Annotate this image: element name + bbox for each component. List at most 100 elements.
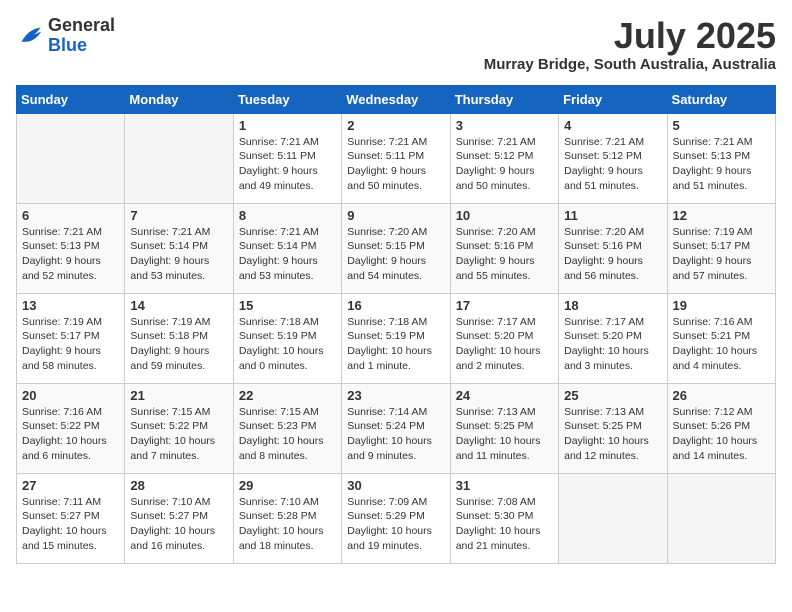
- day-number: 20: [22, 388, 119, 403]
- calendar-cell: 31Sunrise: 7:08 AMSunset: 5:30 PMDayligh…: [450, 473, 558, 563]
- calendar-cell: 1 Sunrise: 7:21 AMSunset: 5:11 PMDaylight…: [233, 113, 341, 203]
- day-number: 7: [130, 208, 227, 223]
- day-number: 13: [22, 298, 119, 313]
- day-info: Sunrise: 7:13 AMSunset: 5:25 PMDaylight:…: [564, 405, 661, 464]
- calendar-table: SundayMondayTuesdayWednesdayThursdayFrid…: [16, 85, 776, 564]
- day-info: Sunrise: 7:15 AMSunset: 5:22 PMDaylight:…: [130, 405, 227, 464]
- day-info: Sunrise: 7:08 AMSunset: 5:30 PMDaylight:…: [456, 495, 553, 554]
- calendar-cell: 4Sunrise: 7:21 AMSunset: 5:12 PMDaylight…: [559, 113, 667, 203]
- calendar-cell: 25Sunrise: 7:13 AMSunset: 5:25 PMDayligh…: [559, 383, 667, 473]
- day-info: Sunrise: 7:15 AMSunset: 5:23 PMDaylight:…: [239, 405, 336, 464]
- day-number: 29: [239, 478, 336, 493]
- calendar-cell: 9 Sunrise: 7:20 AMSunset: 5:15 PMDaylight…: [342, 203, 450, 293]
- day-number: 17: [456, 298, 553, 313]
- day-info: Sunrise: 7:21 AMSunset: 5:12 PMDaylight:…: [564, 135, 661, 194]
- weekday-header-thursday: Thursday: [450, 85, 558, 113]
- calendar-cell: 6 Sunrise: 7:21 AMSunset: 5:13 PMDaylight…: [17, 203, 125, 293]
- calendar-cell: 22 Sunrise: 7:15 AMSunset: 5:23 PMDayligh…: [233, 383, 341, 473]
- day-info: Sunrise: 7:18 AMSunset: 5:19 PMDaylight:…: [347, 315, 444, 374]
- day-info: Sunrise: 7:19 AMSunset: 5:18 PMDaylight:…: [130, 315, 227, 374]
- logo-icon: [16, 22, 44, 50]
- calendar-cell: 19Sunrise: 7:16 AMSunset: 5:21 PMDayligh…: [667, 293, 775, 383]
- week-row-1: 1 Sunrise: 7:21 AMSunset: 5:11 PMDaylight…: [17, 113, 776, 203]
- calendar-cell: 28 Sunrise: 7:10 AMSunset: 5:27 PMDayligh…: [125, 473, 233, 563]
- weekday-header-friday: Friday: [559, 85, 667, 113]
- calendar-cell: 24 Sunrise: 7:13 AMSunset: 5:25 PMDayligh…: [450, 383, 558, 473]
- day-number: 18: [564, 298, 661, 313]
- day-number: 23: [347, 388, 444, 403]
- calendar-cell: 12Sunrise: 7:19 AMSunset: 5:17 PMDayligh…: [667, 203, 775, 293]
- day-info: Sunrise: 7:21 AMSunset: 5:11 PMDaylight:…: [239, 135, 336, 194]
- day-info: Sunrise: 7:21 AMSunset: 5:13 PMDaylight:…: [673, 135, 770, 194]
- day-info: Sunrise: 7:17 AMSunset: 5:20 PMDaylight:…: [456, 315, 553, 374]
- day-number: 14: [130, 298, 227, 313]
- day-info: Sunrise: 7:21 AMSunset: 5:11 PMDaylight:…: [347, 135, 444, 194]
- day-number: 16: [347, 298, 444, 313]
- title-block: July 2025 Murray Bridge, South Australia…: [484, 16, 776, 73]
- day-number: 15: [239, 298, 336, 313]
- day-number: 11: [564, 208, 661, 223]
- day-info: Sunrise: 7:11 AMSunset: 5:27 PMDaylight:…: [22, 495, 119, 554]
- calendar-cell: 10 Sunrise: 7:20 AMSunset: 5:16 PMDayligh…: [450, 203, 558, 293]
- calendar-cell: 15Sunrise: 7:18 AMSunset: 5:19 PMDayligh…: [233, 293, 341, 383]
- weekday-header-wednesday: Wednesday: [342, 85, 450, 113]
- calendar-cell: 26 Sunrise: 7:12 AMSunset: 5:26 PMDayligh…: [667, 383, 775, 473]
- day-number: 26: [673, 388, 770, 403]
- logo-text: General Blue: [48, 16, 115, 56]
- calendar-cell: 14 Sunrise: 7:19 AMSunset: 5:18 PMDayligh…: [125, 293, 233, 383]
- weekday-header-row: SundayMondayTuesdayWednesdayThursdayFrid…: [17, 85, 776, 113]
- calendar-cell: 29 Sunrise: 7:10 AMSunset: 5:28 PMDayligh…: [233, 473, 341, 563]
- day-info: Sunrise: 7:13 AMSunset: 5:25 PMDaylight:…: [456, 405, 553, 464]
- day-info: Sunrise: 7:12 AMSunset: 5:26 PMDaylight:…: [673, 405, 770, 464]
- calendar-cell: [17, 113, 125, 203]
- calendar-cell: 23 Sunrise: 7:14 AMSunset: 5:24 PMDayligh…: [342, 383, 450, 473]
- location-subtitle: Murray Bridge, South Australia, Australi…: [484, 56, 776, 73]
- day-number: 1: [239, 118, 336, 133]
- calendar-cell: 16 Sunrise: 7:18 AMSunset: 5:19 PMDayligh…: [342, 293, 450, 383]
- day-info: Sunrise: 7:21 AMSunset: 5:12 PMDaylight:…: [456, 135, 553, 194]
- weekday-header-tuesday: Tuesday: [233, 85, 341, 113]
- day-info: Sunrise: 7:19 AMSunset: 5:17 PMDaylight:…: [673, 225, 770, 284]
- day-number: 27: [22, 478, 119, 493]
- page-header: General Blue July 2025 Murray Bridge, So…: [16, 16, 776, 73]
- day-number: 19: [673, 298, 770, 313]
- calendar-cell: [667, 473, 775, 563]
- day-info: Sunrise: 7:10 AMSunset: 5:28 PMDaylight:…: [239, 495, 336, 554]
- day-number: 21: [130, 388, 227, 403]
- calendar-cell: [125, 113, 233, 203]
- day-info: Sunrise: 7:17 AMSunset: 5:20 PMDaylight:…: [564, 315, 661, 374]
- day-number: 22: [239, 388, 336, 403]
- calendar-cell: 3 Sunrise: 7:21 AMSunset: 5:12 PMDaylight…: [450, 113, 558, 203]
- calendar-cell: 8Sunrise: 7:21 AMSunset: 5:14 PMDaylight…: [233, 203, 341, 293]
- day-info: Sunrise: 7:10 AMSunset: 5:27 PMDaylight:…: [130, 495, 227, 554]
- day-number: 9: [347, 208, 444, 223]
- day-number: 30: [347, 478, 444, 493]
- calendar-cell: [559, 473, 667, 563]
- calendar-cell: 30 Sunrise: 7:09 AMSunset: 5:29 PMDayligh…: [342, 473, 450, 563]
- calendar-cell: 17 Sunrise: 7:17 AMSunset: 5:20 PMDayligh…: [450, 293, 558, 383]
- day-number: 10: [456, 208, 553, 223]
- calendar-cell: 27 Sunrise: 7:11 AMSunset: 5:27 PMDayligh…: [17, 473, 125, 563]
- day-info: Sunrise: 7:20 AMSunset: 5:16 PMDaylight:…: [564, 225, 661, 284]
- day-info: Sunrise: 7:20 AMSunset: 5:15 PMDaylight:…: [347, 225, 444, 284]
- day-number: 24: [456, 388, 553, 403]
- day-info: Sunrise: 7:21 AMSunset: 5:14 PMDaylight:…: [130, 225, 227, 284]
- day-info: Sunrise: 7:14 AMSunset: 5:24 PMDaylight:…: [347, 405, 444, 464]
- calendar-cell: 20 Sunrise: 7:16 AMSunset: 5:22 PMDayligh…: [17, 383, 125, 473]
- calendar-cell: 2 Sunrise: 7:21 AMSunset: 5:11 PMDaylight…: [342, 113, 450, 203]
- day-number: 8: [239, 208, 336, 223]
- week-row-4: 20 Sunrise: 7:16 AMSunset: 5:22 PMDayligh…: [17, 383, 776, 473]
- day-number: 2: [347, 118, 444, 133]
- weekday-header-saturday: Saturday: [667, 85, 775, 113]
- day-number: 6: [22, 208, 119, 223]
- day-info: Sunrise: 7:09 AMSunset: 5:29 PMDaylight:…: [347, 495, 444, 554]
- day-info: Sunrise: 7:21 AMSunset: 5:13 PMDaylight:…: [22, 225, 119, 284]
- day-info: Sunrise: 7:16 AMSunset: 5:22 PMDaylight:…: [22, 405, 119, 464]
- day-number: 28: [130, 478, 227, 493]
- calendar-cell: 11 Sunrise: 7:20 AMSunset: 5:16 PMDayligh…: [559, 203, 667, 293]
- weekday-header-monday: Monday: [125, 85, 233, 113]
- calendar-cell: 7 Sunrise: 7:21 AMSunset: 5:14 PMDaylight…: [125, 203, 233, 293]
- day-number: 3: [456, 118, 553, 133]
- day-info: Sunrise: 7:20 AMSunset: 5:16 PMDaylight:…: [456, 225, 553, 284]
- calendar-cell: 21 Sunrise: 7:15 AMSunset: 5:22 PMDayligh…: [125, 383, 233, 473]
